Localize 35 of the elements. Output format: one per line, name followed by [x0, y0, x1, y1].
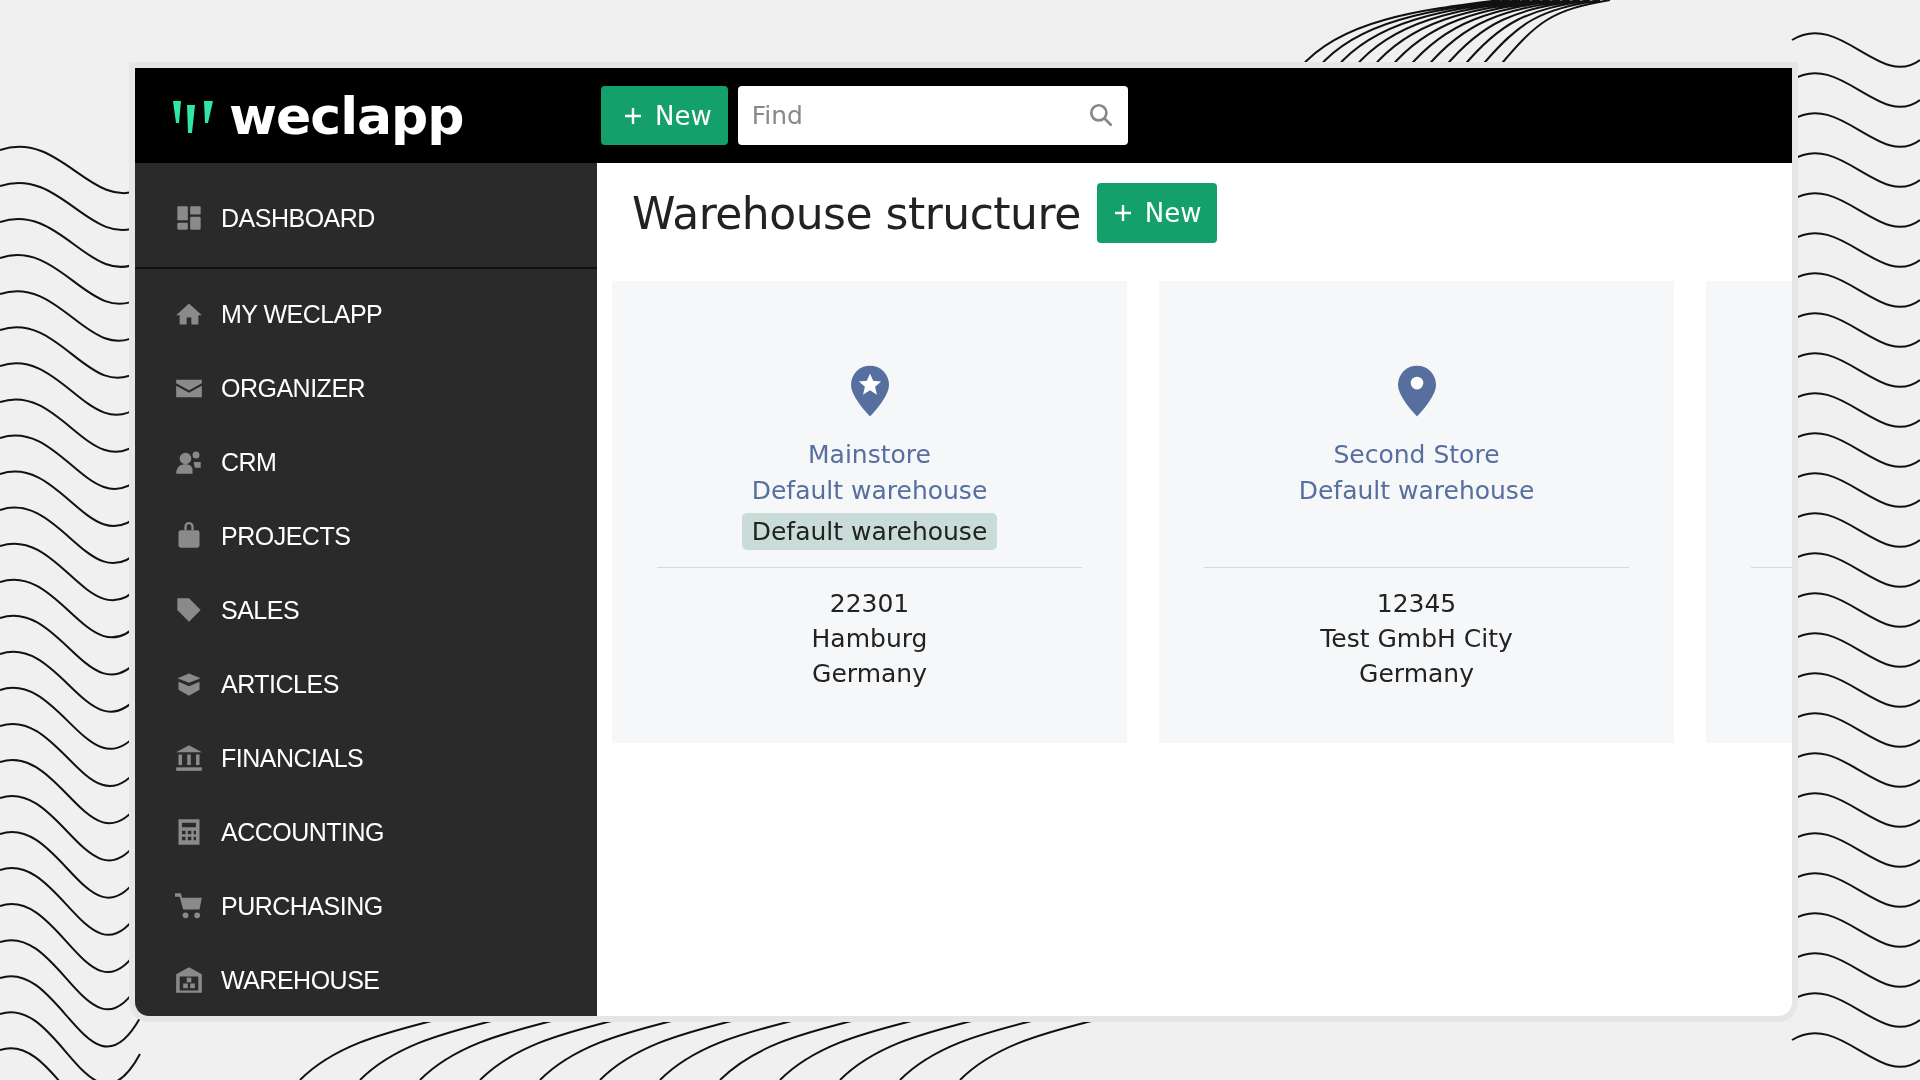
sidebar-item[interactable]: WAREHOUSE — [135, 943, 597, 1016]
sidebar-item[interactable]: FINANCIALS — [135, 721, 597, 795]
plus-icon — [623, 105, 643, 126]
cart-icon — [175, 892, 203, 920]
warehouse-type-link[interactable]: Default warehouse — [751, 473, 988, 509]
sidebar-item[interactable]: ACCOUNTING — [135, 795, 597, 869]
sidebar-item[interactable]: PURCHASING — [135, 869, 597, 943]
tag-icon — [175, 596, 203, 624]
default-badge: Default warehouse — [741, 513, 998, 550]
address-line: Test GmbH City — [1320, 623, 1513, 655]
warehouse-name-link[interactable]: Mainstore — [808, 437, 931, 473]
sidebar-item[interactable]: ARTICLES — [135, 647, 597, 721]
sidebar-item[interactable]: PROJECTS — [135, 499, 597, 573]
sidebar-item[interactable]: MY WECLAPP — [135, 277, 597, 351]
sidebar-item[interactable]: CRM — [135, 425, 597, 499]
sidebar-item[interactable]: DASHBOARD — [135, 185, 597, 251]
warehouse-card[interactable]: Mainstore Default warehouse Default warehouse 22301 Hamburg Germany — [612, 281, 1127, 743]
address-line: 12345 — [1375, 588, 1458, 620]
warehouse-name-link[interactable]: Second Store — [1333, 437, 1500, 473]
plus-icon — [1112, 203, 1133, 223]
address-line: Germany — [1358, 658, 1475, 690]
search-field[interactable]: Find — [737, 86, 1128, 145]
warehouse-type-link[interactable]: Default warehouse — [1298, 473, 1535, 509]
address-line: 22301 — [828, 588, 911, 620]
address-line: Hamburg — [811, 623, 928, 655]
warehouse-card[interactable]: Second Store Default warehouse 12345 Test GmbH City Germany — [1159, 281, 1674, 743]
page-title: Warehouse structure — [632, 187, 1081, 239]
sidebar-item[interactable]: ORGANIZER — [135, 351, 597, 425]
bag-icon — [175, 522, 203, 550]
bank-icon — [175, 744, 203, 772]
sidebar-item[interactable]: SALES — [135, 573, 597, 647]
search-icon — [1087, 102, 1114, 128]
dashboard-icon — [175, 204, 203, 232]
warehouse-icon — [175, 966, 203, 994]
address-line: Germany — [811, 658, 928, 690]
